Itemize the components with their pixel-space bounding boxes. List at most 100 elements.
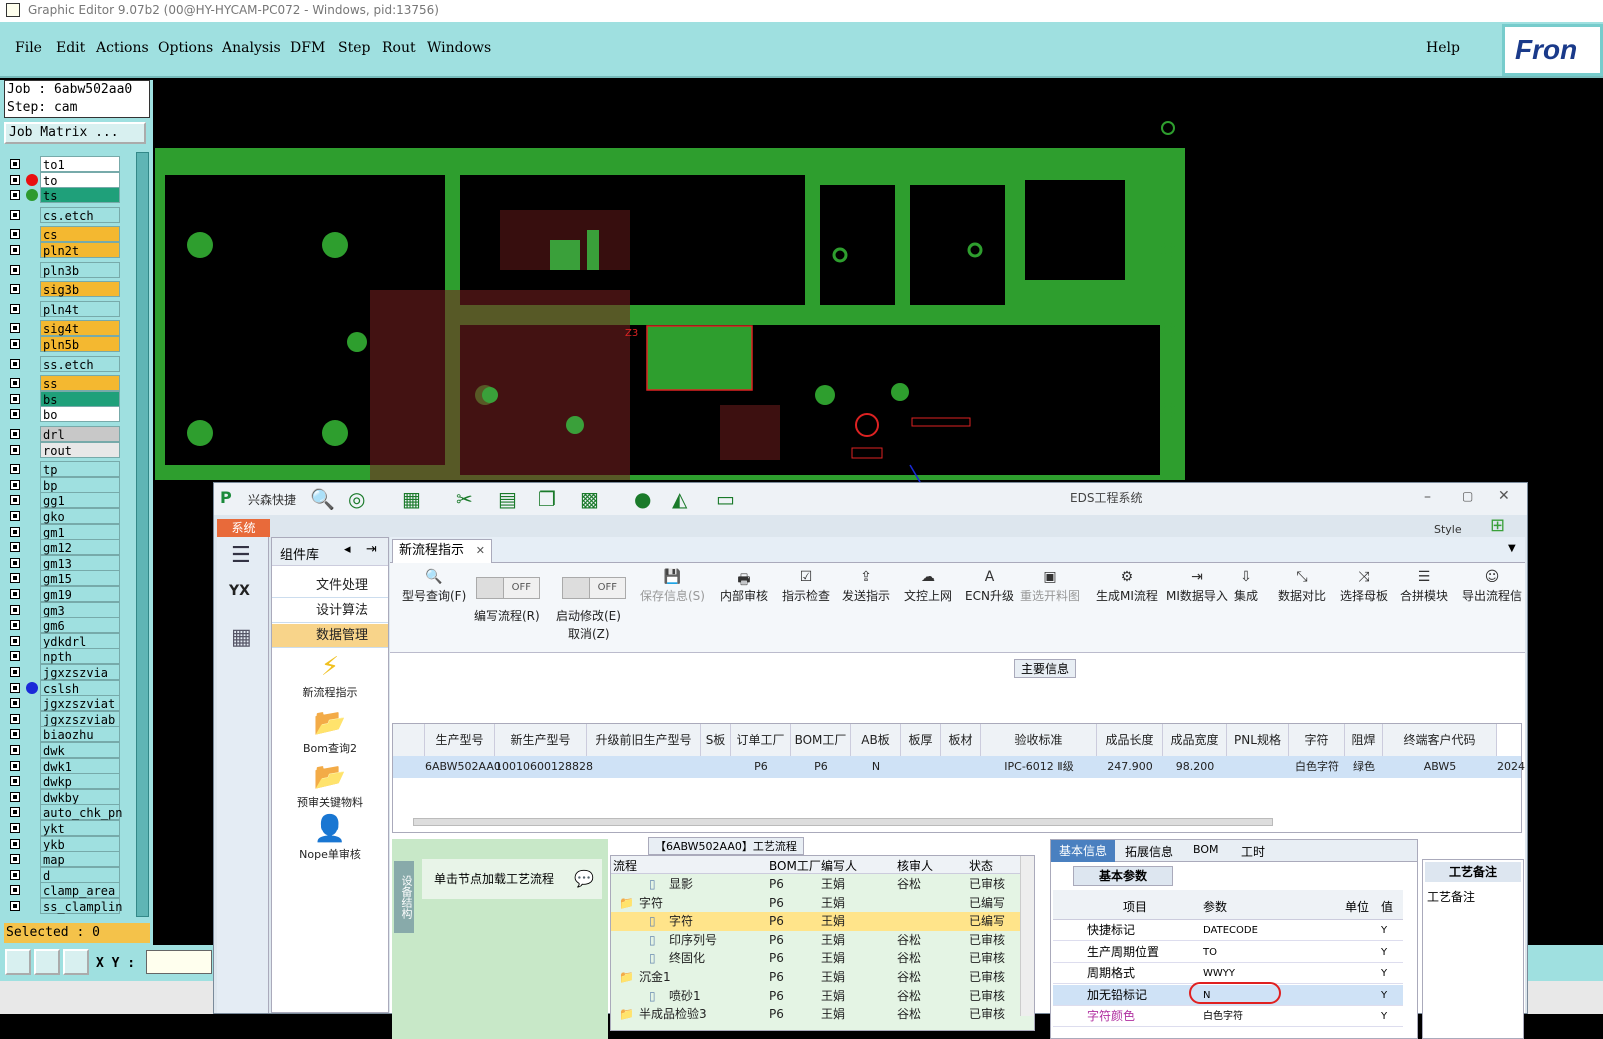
measure-icon[interactable]	[34, 949, 60, 975]
grid-header[interactable]: AB板	[851, 724, 901, 756]
layer-name[interactable]: ss.etch	[40, 355, 120, 372]
prereview-item[interactable]: 📂 预审关键物料	[272, 762, 388, 810]
layer-name[interactable]: gm12	[40, 539, 120, 556]
layer-row[interactable]: gm6	[4, 617, 134, 634]
component-data-management[interactable]: 数据管理	[272, 624, 388, 648]
grid-header[interactable]: PNL规格	[1227, 724, 1289, 756]
layer-name[interactable]: dwkby	[40, 788, 120, 805]
flow-row[interactable]: ▯ 印序列号 P6 王娟 谷松 已审核	[611, 931, 1021, 950]
windows-icon[interactable]: ⊞	[1490, 515, 1505, 536]
layer-checkbox[interactable]	[10, 393, 20, 404]
layer-checkbox[interactable]	[10, 378, 20, 389]
param-value[interactable]: TO	[1203, 942, 1217, 963]
tabs-dropdown-icon[interactable]: ▼	[1508, 543, 1516, 554]
flow-header[interactable]: 流程	[613, 857, 637, 874]
ribbon-button[interactable]: ☁ 文控上网	[904, 569, 952, 604]
layer-name[interactable]: cs.etch	[40, 206, 120, 223]
layer-checkbox[interactable]	[10, 409, 20, 420]
layer-row[interactable]: pln2t	[4, 242, 134, 258]
layer-checkbox[interactable]	[10, 729, 20, 740]
layer-checkbox[interactable]	[10, 745, 20, 755]
menu-analysis[interactable]: Analysis	[222, 40, 281, 56]
close-icon[interactable]: ✕	[1498, 488, 1510, 504]
layer-checkbox[interactable]	[10, 495, 20, 506]
layer-row[interactable]: ydkdrl	[4, 632, 134, 649]
component-design-algorithm[interactable]: 设计算法	[272, 599, 388, 623]
param-header[interactable]: 项目	[1123, 898, 1147, 915]
layer-checkbox[interactable]	[10, 284, 20, 295]
layer-checkbox[interactable]	[10, 651, 20, 662]
layer-row[interactable]: cs.etch	[4, 206, 134, 223]
layer-row[interactable]: bo	[4, 406, 134, 423]
layer-row[interactable]: ykt	[4, 820, 134, 836]
flow-header[interactable]: 核审人	[897, 857, 933, 874]
layer-row[interactable]: to	[4, 171, 134, 188]
layer-name[interactable]: jgxzszvia	[40, 664, 120, 680]
layer-checkbox[interactable]	[10, 429, 20, 439]
remarks-tab[interactable]: 工艺备注	[1425, 862, 1521, 882]
layer-row[interactable]: sig4t	[4, 320, 134, 337]
flow-row[interactable]: 📁 字符 P6 王娟 已编写	[611, 894, 1021, 913]
layer-row[interactable]: gm13	[4, 554, 134, 571]
bom-query-item[interactable]: 📂 Bom查询2	[272, 708, 388, 756]
layer-row[interactable]: gko	[4, 508, 134, 524]
ribbon-button[interactable]: ⇩ 集成	[1234, 569, 1258, 604]
layer-row[interactable]: dwkp	[4, 773, 134, 790]
grid-icon[interactable]: ▩	[580, 487, 599, 511]
layer-name[interactable]: cs	[40, 226, 120, 243]
param-value[interactable]: DATECODE	[1203, 920, 1258, 941]
layer-checkbox[interactable]	[10, 760, 20, 771]
help-ring-icon[interactable]: ◎	[348, 487, 365, 511]
param-row[interactable]: 周期格式 WWYY Y	[1053, 963, 1403, 984]
param-header[interactable]: 参数	[1203, 898, 1227, 915]
layer-name[interactable]: d	[40, 866, 120, 883]
layer-name[interactable]: cslsh	[40, 679, 120, 696]
layer-checkbox[interactable]	[10, 190, 20, 201]
layer-checkbox[interactable]	[10, 229, 20, 240]
layer-checkbox[interactable]	[10, 823, 20, 833]
system-tab[interactable]: 系统	[217, 519, 270, 537]
flow-header[interactable]: 编写人	[821, 857, 857, 874]
layer-checkbox[interactable]	[10, 339, 20, 349]
layer-name[interactable]: gm19	[40, 586, 120, 602]
layer-name[interactable]: pln2t	[40, 242, 120, 258]
layer-row[interactable]: auto_chk_pn	[4, 804, 134, 821]
layer-name[interactable]: dwk	[40, 742, 120, 758]
layer-name[interactable]: gm15	[40, 570, 120, 587]
ribbon-button[interactable]: 🔍 型号查询(F)	[402, 569, 466, 604]
layer-name[interactable]: gko	[40, 508, 120, 524]
layer-row[interactable]: ss.etch	[4, 355, 134, 372]
layer-name[interactable]: ts	[40, 187, 120, 204]
layer-name[interactable]: map	[40, 851, 120, 868]
layer-checkbox[interactable]	[10, 209, 20, 220]
ribbon-button[interactable]: ▣ 重选开料图	[1020, 569, 1080, 604]
grid-header[interactable]: 生产型号	[425, 724, 495, 756]
grid-header[interactable]: 成品长度	[1097, 724, 1163, 756]
ribbon-button[interactable]: ⤨ 选择母板	[1340, 569, 1388, 604]
grid-header[interactable]: 验收标准	[981, 724, 1097, 756]
layer-row[interactable]: ss_clamplin	[4, 898, 134, 914]
grid-header[interactable]: 板材	[941, 724, 981, 756]
menu-edit[interactable]: Edit	[56, 40, 85, 56]
ribbon-button[interactable]: A ECN升级	[965, 569, 1014, 604]
nope-review-item[interactable]: 👤 Nope单审核	[272, 814, 388, 862]
equipment-side-tab[interactable]: 设备结构	[394, 861, 414, 933]
flow-vscrollbar[interactable]	[1020, 856, 1034, 1016]
flow-row[interactable]: ▯ 字符 P6 王娟 已编写	[611, 912, 1021, 932]
grid-header[interactable]: 板厚	[901, 724, 941, 756]
ribbon-button[interactable]: ☑ 指示检查	[782, 569, 830, 604]
flow-edit-toggle[interactable]: OFF	[476, 577, 540, 599]
ribbon-button[interactable]: 💾 保存信息(S)	[640, 569, 705, 604]
grid-header[interactable]: BOM工厂	[791, 724, 851, 756]
layer-row[interactable]: sig3b	[4, 281, 134, 298]
flow-header[interactable]: 状态	[969, 857, 993, 874]
tab-extended-info[interactable]: 拓展信息	[1125, 843, 1173, 860]
layer-checkbox[interactable]	[10, 791, 20, 802]
layer-checkbox[interactable]	[10, 159, 20, 169]
grid-hscrollbar[interactable]	[413, 818, 1273, 826]
layer-row[interactable]: map	[4, 851, 134, 868]
layer-checkbox[interactable]	[10, 542, 20, 553]
layer-checkbox[interactable]	[10, 511, 20, 521]
layer-name[interactable]: pln3b	[40, 261, 120, 278]
layer-name[interactable]: jgxzszviat	[40, 695, 120, 712]
